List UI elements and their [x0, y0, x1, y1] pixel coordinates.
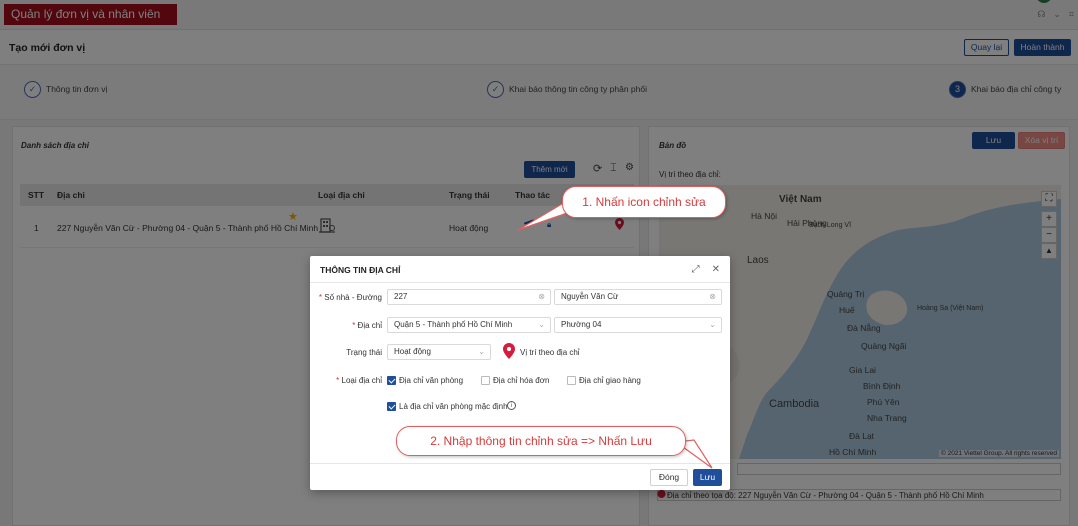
status-select[interactable]: Hoạt động ⌄	[387, 344, 491, 360]
map-pin-icon[interactable]	[503, 343, 515, 361]
delivery-address-checkbox[interactable]	[567, 376, 576, 385]
street-name-field[interactable]: Nguyễn Văn Cừ ⊗	[554, 289, 722, 305]
delivery-address-label: Địa chỉ giao hàng	[579, 376, 641, 385]
street-label: * Số nhà - Đường	[318, 293, 382, 302]
divider	[310, 282, 730, 283]
invoice-address-label: Địa chỉ hóa đơn	[493, 376, 550, 385]
chevron-down-icon: ⌄	[709, 320, 716, 329]
chevron-down-icon: ⌄	[478, 347, 485, 356]
clear-icon[interactable]: ⊗	[709, 290, 716, 304]
address-type-label: * Loại địa chỉ	[336, 376, 382, 385]
expand-icon[interactable]: ⤢	[692, 264, 700, 275]
district-select[interactable]: Quận 5 - Thành phố Hồ Chí Minh ⌄	[387, 317, 551, 333]
address-label: * Địa chỉ	[352, 321, 382, 330]
ward-select[interactable]: Phường 04 ⌄	[554, 317, 722, 333]
dialog-controls: ⤢ ✕	[692, 264, 720, 275]
office-address-checkbox[interactable]	[387, 376, 396, 385]
default-office-label: Là địa chỉ văn phòng mặc định	[399, 402, 508, 411]
info-icon[interactable]: i	[507, 401, 516, 410]
invoice-address-checkbox[interactable]	[481, 376, 490, 385]
callout-edit-icon: 1. Nhấn icon chỉnh sửa	[562, 186, 726, 218]
dialog-title: THÔNG TIN ĐỊA CHỈ	[320, 265, 401, 275]
chevron-down-icon: ⌄	[538, 320, 545, 329]
close-icon[interactable]: ✕	[712, 264, 720, 275]
divider	[310, 463, 730, 464]
office-address-label: Địa chỉ văn phòng	[399, 376, 464, 385]
street-number-field[interactable]: 227 ⊗	[387, 289, 551, 305]
callout-edit-and-save: 2. Nhập thông tin chỉnh sửa => Nhấn Lưu	[396, 426, 686, 456]
clear-icon[interactable]: ⊗	[538, 290, 545, 304]
status-label: Trạng thái	[346, 348, 382, 357]
default-office-checkbox[interactable]	[387, 402, 396, 411]
location-by-address-link[interactable]: Vị trí theo địa chỉ	[520, 348, 580, 357]
